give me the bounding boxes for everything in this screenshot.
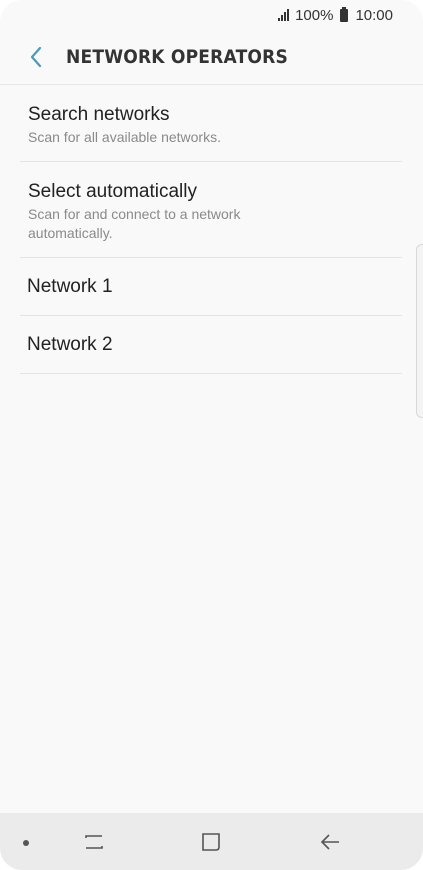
select-automatically-subtitle: Scan for and connect to a network automa… bbox=[28, 206, 241, 241]
back-nav-button[interactable] bbox=[313, 827, 347, 857]
network-label: Network 1 bbox=[27, 275, 113, 297]
search-networks-title: Search networks bbox=[28, 104, 170, 125]
search-networks-subtitle: Scan for all available networks. bbox=[28, 129, 221, 145]
network-label: Network 2 bbox=[27, 333, 113, 355]
chevron-left-icon bbox=[30, 46, 42, 68]
list-item-network-1[interactable]: Network 1 bbox=[20, 258, 402, 316]
back-arrow-icon bbox=[320, 834, 339, 850]
signal-icon bbox=[278, 9, 290, 21]
home-button[interactable] bbox=[194, 827, 228, 857]
settings-list: Search networks Scan for all available n… bbox=[20, 85, 402, 374]
select-automatically-option[interactable]: Select automatically Scan for and connec… bbox=[20, 162, 402, 258]
navigation-bar bbox=[0, 813, 423, 870]
home-icon bbox=[202, 833, 220, 851]
recent-apps-icon bbox=[85, 835, 103, 849]
app-header: NETWORK OPERATORS bbox=[0, 30, 423, 85]
status-bar: 100% 10:00 bbox=[0, 0, 423, 30]
phone-screen: 100% 10:00 NETWORK OPERATORS Search netw… bbox=[0, 0, 423, 870]
back-button[interactable] bbox=[16, 37, 56, 77]
list-item-network-2[interactable]: Network 2 bbox=[20, 316, 402, 374]
nav-dot-indicator bbox=[23, 840, 29, 846]
select-automatically-title: Select automatically bbox=[28, 181, 197, 202]
recent-apps-button[interactable] bbox=[77, 827, 111, 857]
search-networks-option[interactable]: Search networks Scan for all available n… bbox=[20, 85, 402, 162]
page-title: NETWORK OPERATORS bbox=[66, 46, 289, 68]
edge-panel-handle[interactable] bbox=[416, 244, 423, 418]
battery-percentage: 100% bbox=[295, 6, 334, 24]
battery-icon bbox=[340, 6, 349, 22]
clock: 10:00 bbox=[355, 6, 393, 24]
